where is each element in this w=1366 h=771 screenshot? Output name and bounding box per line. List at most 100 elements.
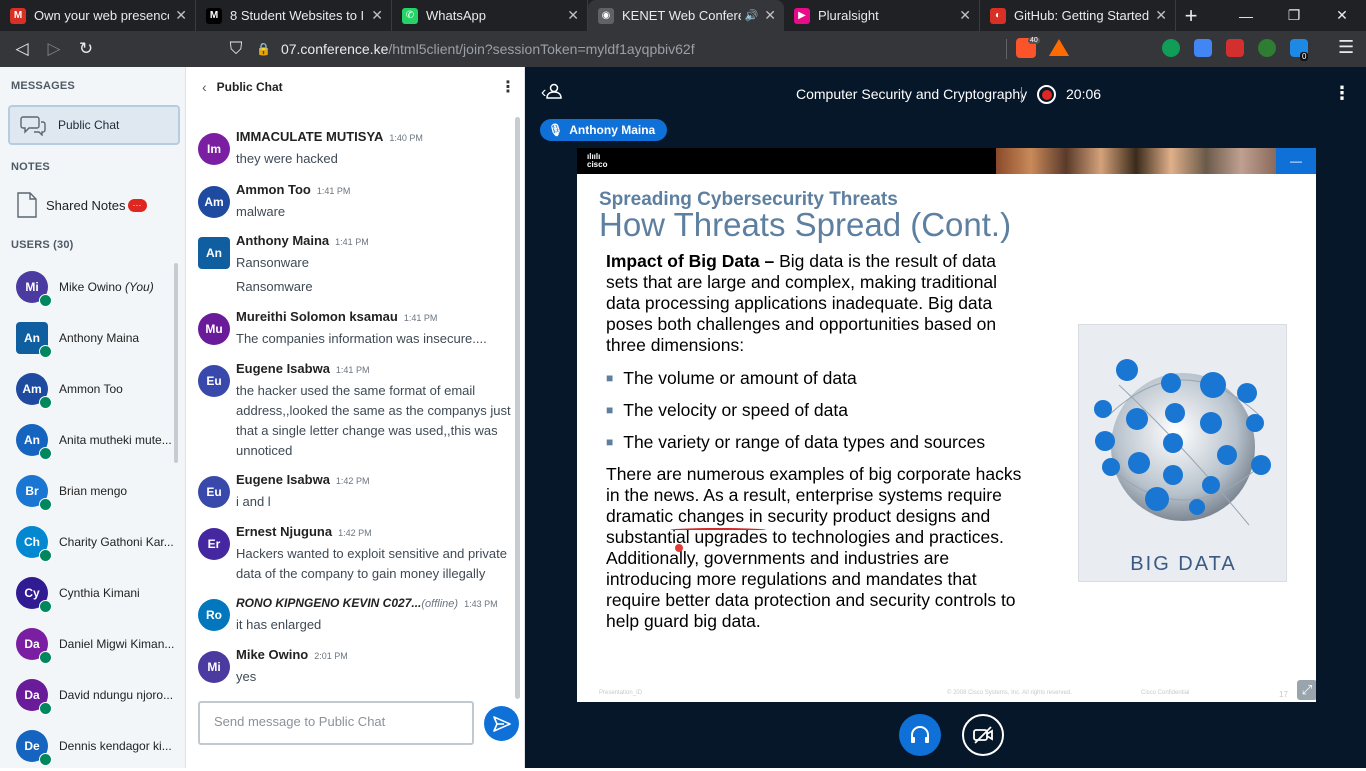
message-sender: Anthony Maina 1:41 PM xyxy=(236,233,369,248)
avatar: An xyxy=(16,321,52,358)
user-list-item[interactable]: Br Brian mengo xyxy=(16,465,176,516)
grammarly-icon[interactable] xyxy=(1162,39,1180,57)
close-window-icon[interactable]: ✕ xyxy=(1318,0,1366,31)
big-data-label: BIG DATA xyxy=(1130,553,1237,575)
browser-tab[interactable]: ▶ Pluralsight ✕ xyxy=(784,0,980,31)
bookmark-icon[interactable]: ⛉ xyxy=(220,33,252,65)
new-tab-button[interactable]: + xyxy=(1176,0,1206,31)
options-menu-icon[interactable]: ⋮ xyxy=(1333,83,1351,104)
tab-title: Own your web presence xyxy=(34,8,170,23)
address-bar[interactable]: 🔒 07.conference.ke/html5client/join?sess… xyxy=(256,36,1076,62)
extension-icon[interactable] xyxy=(1226,39,1244,57)
brave-rewards-icon[interactable] xyxy=(1049,39,1069,56)
url-host: 07.conference.ke xyxy=(280,41,389,57)
browser-tab[interactable]: M 8 Student Websites to In ✕ xyxy=(196,0,392,31)
chat-back-button[interactable]: ‹ Public Chat xyxy=(202,79,283,95)
public-chat-label: Public Chat xyxy=(58,118,120,132)
message-time: 1:43 PM xyxy=(464,599,498,609)
annotation-underline xyxy=(670,528,766,532)
message-time: 1:41 PM xyxy=(403,313,438,323)
message-sender: Eugene Isabwa 1:41 PM xyxy=(236,361,370,376)
browser-tab[interactable]: ✆ WhatsApp ✕ xyxy=(392,0,588,31)
browser-tab[interactable]: ◐ GitHub: Getting Started ✕ xyxy=(980,0,1176,31)
browser-tab[interactable]: M Own your web presence ✕ xyxy=(0,0,196,31)
user-list-item[interactable]: Da David ndungu njoro... xyxy=(16,669,176,720)
slide-lead-paragraph: Impact of Big Data – Big data is the res… xyxy=(606,251,1026,356)
ext-badge: 0 xyxy=(1300,52,1309,61)
slide-bullet: ■ The variety or range of data types and … xyxy=(606,432,986,452)
avatar: An xyxy=(198,237,230,269)
minimize-icon[interactable]: — xyxy=(1222,0,1270,31)
user-list-item[interactable]: Am Ammon Too xyxy=(16,363,176,414)
user-name: Daniel Migwi Kiman... xyxy=(59,636,175,651)
message-sender: Mike Owino 2:01 PM xyxy=(236,647,348,662)
slide-lead-bold: Impact of Big Data – xyxy=(606,251,780,271)
browser-tab[interactable]: ◉ KENET Web Confere 🔊 ✕ xyxy=(588,0,784,31)
toggle-userlist-icon[interactable]: ‹ xyxy=(541,83,563,102)
tab-close-icon[interactable]: ✕ xyxy=(175,7,187,24)
user-list-item[interactable]: An Anthony Maina xyxy=(16,312,176,363)
tab-close-icon[interactable]: ✕ xyxy=(1155,7,1167,24)
message-time: 1:41 PM xyxy=(335,237,369,247)
user-list-item[interactable]: Mi Mike Owino (You) xyxy=(16,261,176,312)
message-sender: Eugene Isabwa 1:42 PM xyxy=(236,472,370,487)
message-text: it has enlarged xyxy=(236,617,322,632)
avatar: Cy xyxy=(16,576,52,613)
avatar: Mu xyxy=(198,313,230,345)
message-text: yes xyxy=(236,669,257,684)
recording-indicator[interactable] xyxy=(1037,85,1056,104)
avatar: Mi xyxy=(198,651,230,683)
message-text: malware xyxy=(236,204,286,219)
tab-close-icon[interactable]: ✕ xyxy=(371,7,383,24)
chat-icon xyxy=(20,116,46,136)
microphone-status-icon xyxy=(39,599,52,613)
translate-icon[interactable] xyxy=(1194,39,1212,57)
users-scrollbar[interactable] xyxy=(174,263,178,463)
chat-options-icon[interactable]: ⋮ xyxy=(500,77,516,97)
big-data-image: BIG DATA xyxy=(1078,324,1287,582)
send-button[interactable] xyxy=(484,706,519,741)
fullscreen-icon[interactable]: ⤢ xyxy=(1297,680,1316,700)
avatar: De xyxy=(16,729,52,766)
tab-close-icon[interactable]: ✕ xyxy=(567,7,579,24)
user-list-panel: MESSAGES Public Chat NOTES Shared Notes … xyxy=(0,67,186,768)
restore-icon[interactable]: ❐ xyxy=(1270,0,1318,31)
chat-scrollbar[interactable] xyxy=(515,117,520,699)
avatar: Am xyxy=(16,372,52,409)
avatar: Er xyxy=(198,528,230,560)
tab-close-icon[interactable]: ✕ xyxy=(764,7,776,24)
user-list-item[interactable]: De Dennis kendagor ki... xyxy=(16,720,176,771)
user-name: Charity Gathoni Kar... xyxy=(59,534,174,549)
message-text: The companies information was insecure..… xyxy=(236,331,487,346)
reload-icon[interactable]: ↻ xyxy=(70,33,102,65)
shared-notes-button[interactable]: Shared Notes ··· xyxy=(16,191,147,219)
tab-favicon-icon: ✆ xyxy=(402,7,418,24)
user-name: Dennis kendagor ki... xyxy=(59,738,172,753)
lock-icon: 🔒 xyxy=(256,42,271,56)
message-time: 1:41 PM xyxy=(316,186,351,196)
video-off-icon xyxy=(973,726,993,744)
browser-menu-icon[interactable]: ☰ xyxy=(1338,37,1354,58)
back-icon[interactable]: ◁ xyxy=(6,33,38,65)
minimize-presentation-button[interactable]: — xyxy=(1276,148,1316,174)
user-name: Anita mutheki mute... xyxy=(59,432,172,447)
message-sender: RONO KIPNGENO KEVIN C027...(offline) 1:43… xyxy=(236,596,498,610)
public-chat-button[interactable]: Public Chat xyxy=(8,105,180,145)
user-list-item[interactable]: Ch Charity Gathoni Kar... xyxy=(16,516,176,567)
microphone-status-icon xyxy=(39,497,52,511)
user-list-item[interactable]: An Anita mutheki mute... xyxy=(16,414,176,465)
evernote-icon[interactable] xyxy=(1258,39,1276,57)
forward-icon[interactable]: ▷ xyxy=(38,33,70,65)
chat-message-input[interactable]: Send message to Public Chat xyxy=(198,701,474,745)
slide-bullet: ■ The velocity or speed of data xyxy=(606,400,848,420)
user-list-item[interactable]: Cy Cynthia Kimani xyxy=(16,567,176,618)
user-list-item[interactable]: Da Daniel Migwi Kiman... xyxy=(16,618,176,669)
user-name: David ndungu njoro... xyxy=(59,687,174,702)
audio-button[interactable] xyxy=(899,714,941,756)
tab-close-icon[interactable]: ✕ xyxy=(959,7,971,24)
video-button[interactable] xyxy=(962,714,1004,756)
user-name: Mike Owino (You) xyxy=(59,279,154,294)
tab-favicon-icon: ◐ xyxy=(990,7,1006,24)
microphone-status-icon xyxy=(39,650,52,664)
notes-heading: NOTES xyxy=(11,161,50,173)
